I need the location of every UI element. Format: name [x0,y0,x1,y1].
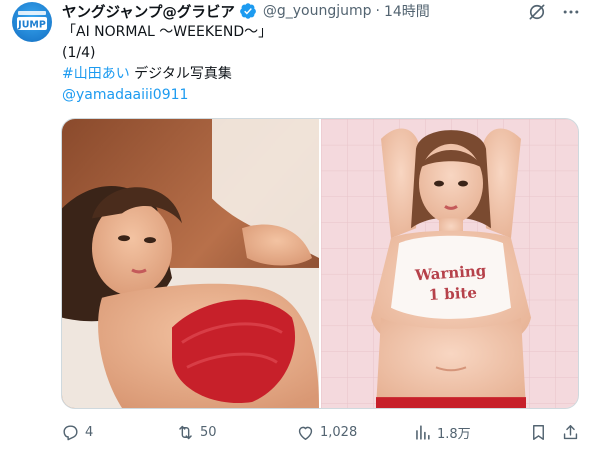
retweet-icon [179,425,192,439]
reply-button[interactable]: 4 [61,420,93,444]
share-button[interactable] [561,420,580,444]
more-icon[interactable] [561,2,581,22]
shirt-text-line2: 1 bite [428,284,477,304]
mention-link[interactable]: @yamadaaiii0911 [62,85,272,106]
tweet-part-line: (1/4) [62,45,96,61]
retweet-button[interactable]: 50 [176,420,217,444]
views-button[interactable]: 1.8万 [413,420,471,444]
hashtag-suffix-text: デジタル写真集 [129,66,232,82]
tweet-title-line: 「AI NORMAL ～WEEKEND～」 [62,24,273,40]
tweet-hashtag-line: #山田あい デジタル写真集 [62,64,272,85]
hashtag-link[interactable]: #山田あい [62,66,130,82]
reply-icon [63,424,78,440]
action-bar: 4 50 1,028 1.8万 [61,420,581,444]
bookmark-button[interactable] [529,420,548,444]
grok-icon[interactable] [527,2,547,22]
young-jump-logo: JUMP [17,11,47,31]
avatar[interactable]: JUMP [12,2,52,42]
tweet-text: 「AI NORMAL ～WEEKEND～」 (1/4) #山田あい デジタル写真… [62,22,272,106]
media-grid: Warning 1 bite [61,118,579,409]
views-count: 1.8万 [437,426,471,442]
header-separator: · [375,3,380,19]
user-handle[interactable]: @g_youngjump [263,3,372,19]
top-right-actions [527,2,581,22]
bookmark-icon [533,424,544,440]
heart-icon [298,426,313,440]
photo-left[interactable] [62,119,319,408]
views-icon [416,424,430,440]
share-icon [563,424,578,439]
reply-count: 4 [85,424,94,440]
timestamp[interactable]: 14時間 [384,1,430,21]
tweet-header: ヤングジャンプ@グラビア @g_youngjump · 14時間 [62,1,430,21]
verified-badge-icon [239,2,257,20]
like-button[interactable]: 1,028 [296,420,357,444]
logo-text: JUMP [17,20,46,31]
retweet-count: 50 [200,424,217,440]
display-name[interactable]: ヤングジャンプ@グラビア [62,1,235,22]
photo-right[interactable]: Warning 1 bite [321,119,578,408]
like-count: 1,028 [320,424,358,440]
